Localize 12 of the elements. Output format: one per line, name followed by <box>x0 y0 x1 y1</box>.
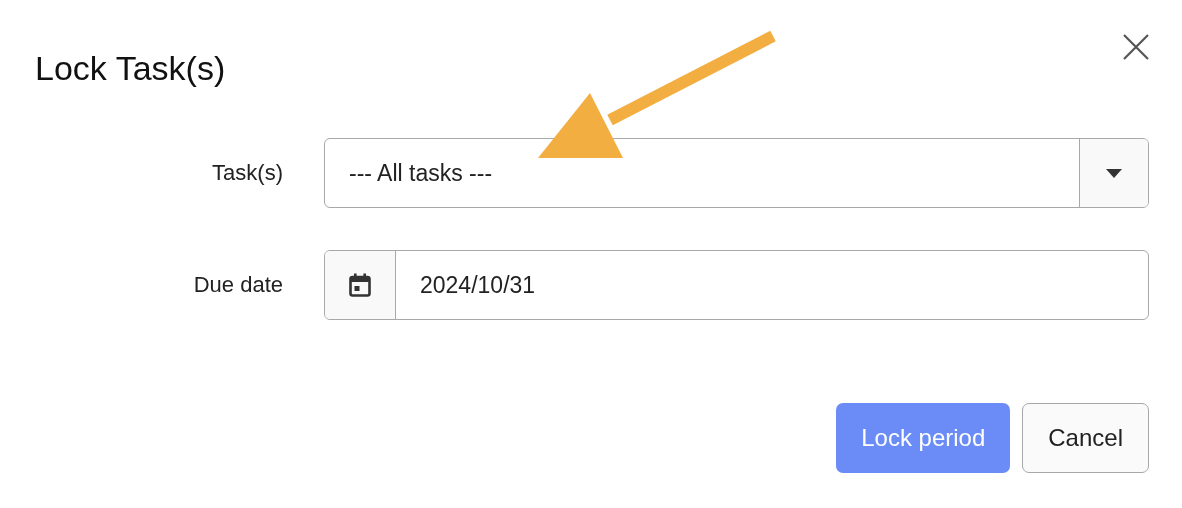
close-button[interactable] <box>1122 33 1150 61</box>
caret-icon <box>1106 168 1122 178</box>
dialog-title: Lock Task(s) <box>35 48 226 89</box>
date-value: 2024/10/31 <box>419 270 537 300</box>
cancel-button[interactable]: Cancel <box>1022 403 1149 473</box>
date-field[interactable]: 2024/10/31 <box>324 250 1149 320</box>
field-label: Task(s) <box>212 160 283 186</box>
calendar-icon[interactable] <box>349 273 371 297</box>
close-icon <box>1122 33 1150 61</box>
selected-value: --- All tasks --- <box>348 158 494 188</box>
field-label: Due date <box>193 272 283 298</box>
task-dropdown[interactable]: --- All tasks --- <box>324 138 1149 208</box>
